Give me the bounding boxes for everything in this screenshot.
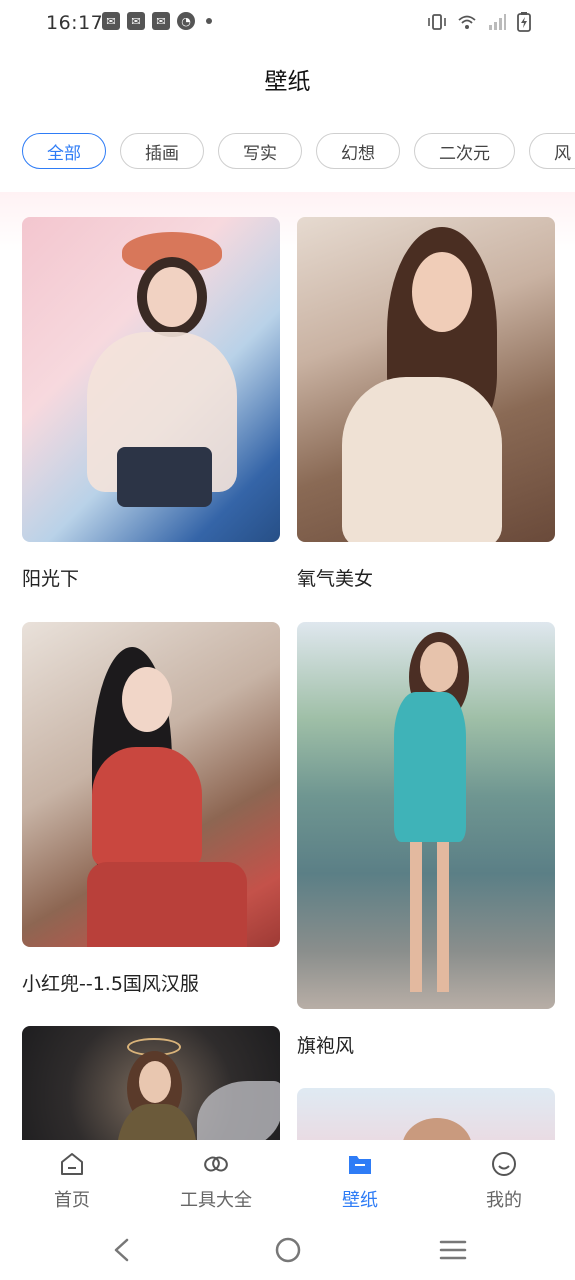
mail-icon: ✉ — [152, 12, 170, 30]
status-bar: 16:17 ✉ ✉ ✉ ◔ — [0, 0, 575, 48]
wallpaper-card[interactable]: 阳光下 — [22, 217, 280, 591]
vibrate-icon — [428, 14, 446, 30]
wallpaper-title: 阳光下 — [22, 568, 80, 590]
home-icon — [61, 1153, 83, 1175]
speed-icon: ◔ — [177, 12, 195, 30]
status-time: 16:17 — [46, 12, 104, 34]
wallpaper-card[interactable]: 氧气美女 — [297, 217, 555, 591]
wallpaper-image[interactable] — [297, 622, 555, 1009]
filter-chip-fantasy[interactable]: 幻想 — [316, 133, 400, 169]
wifi-icon — [458, 15, 476, 29]
filter-chip-anime[interactable]: 二次元 — [414, 133, 515, 169]
nav-label-tools: 工具大全 — [180, 1190, 252, 1211]
wallpaper-title: 氧气美女 — [297, 568, 374, 590]
nav-tab-wallpaper[interactable]: 壁纸 — [288, 1150, 432, 1212]
notification-icons: ✉ ✉ ✉ ◔ — [102, 12, 212, 30]
nav-label-wallpaper: 壁纸 — [342, 1190, 378, 1211]
wallpaper-card[interactable] — [22, 1026, 280, 1140]
wallpaper-card[interactable]: 小红兜--1.5国风汉服 — [22, 622, 280, 996]
filter-chip-style[interactable]: 风 — [529, 133, 575, 169]
page-title: 壁纸 — [264, 69, 311, 95]
nav-tab-home[interactable]: 首页 — [0, 1150, 144, 1212]
wallpaper-feed[interactable]: 阳光下 氧气美女 小红兜--1.5国风汉服 旗袍风 — [0, 192, 575, 1140]
mail-icon: ✉ — [102, 12, 120, 30]
menu-icon[interactable] — [438, 1235, 468, 1265]
back-icon[interactable] — [108, 1235, 136, 1265]
tools-icon — [204, 1156, 228, 1172]
wallpaper-image[interactable] — [297, 217, 555, 542]
nav-label-home: 首页 — [54, 1190, 90, 1211]
nav-tab-profile[interactable]: 我的 — [432, 1150, 575, 1212]
folder-icon — [349, 1156, 371, 1174]
wallpaper-card[interactable] — [297, 1088, 555, 1140]
system-navigation-bar — [0, 1225, 575, 1280]
wallpaper-title: 旗袍风 — [297, 1035, 355, 1057]
smiley-icon — [492, 1152, 516, 1176]
more-notifications-dot — [206, 18, 212, 24]
wallpaper-image[interactable] — [22, 217, 280, 542]
mail-icon: ✉ — [127, 12, 145, 30]
nav-label-profile: 我的 — [486, 1190, 522, 1211]
category-filter-row: 全部 插画 写实 幻想 二次元 风 — [22, 133, 575, 169]
system-icons — [427, 12, 531, 32]
filter-chip-all[interactable]: 全部 — [22, 133, 106, 169]
home-circle-icon[interactable] — [273, 1235, 303, 1265]
battery-charging-icon — [517, 12, 531, 32]
wallpaper-image[interactable] — [297, 1088, 555, 1140]
filter-chip-illustration[interactable]: 插画 — [120, 133, 204, 169]
wallpaper-image[interactable] — [22, 622, 280, 947]
bottom-navigation: 首页 工具大全 壁纸 我的 — [0, 1140, 575, 1225]
wallpaper-card[interactable]: 旗袍风 — [297, 622, 555, 1058]
nav-tab-tools[interactable]: 工具大全 — [144, 1150, 288, 1212]
wallpaper-title: 小红兜--1.5国风汉服 — [22, 973, 199, 995]
wallpaper-image[interactable] — [22, 1026, 280, 1140]
signal-icon — [489, 14, 506, 30]
filter-chip-realistic[interactable]: 写实 — [218, 133, 302, 169]
